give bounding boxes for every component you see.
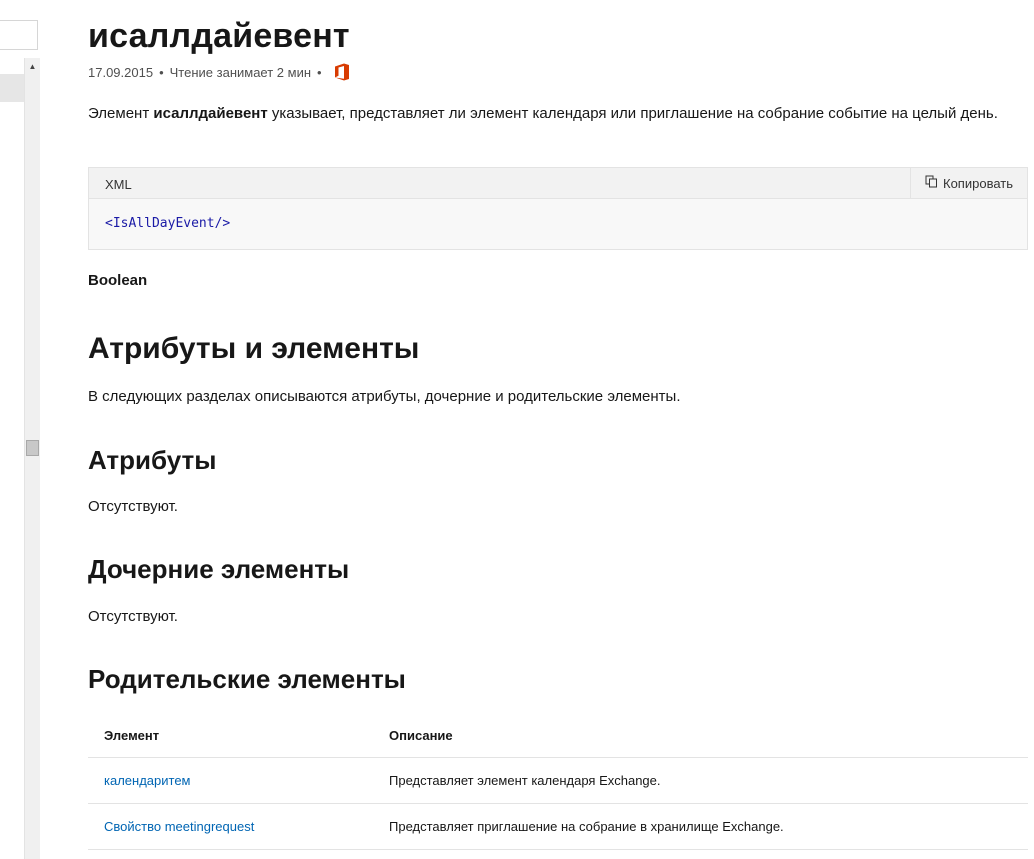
table-cell-element: Свойство meetingrequest bbox=[88, 803, 373, 850]
table-row: календаритем Представляет элемент календ… bbox=[88, 757, 1028, 804]
scroll-up-arrow-icon[interactable]: ▲ bbox=[25, 60, 40, 74]
toc-selected-item[interactable] bbox=[0, 74, 24, 102]
table-cell-description: Представляет приглашение на собрание в х… bbox=[373, 803, 1028, 850]
value-type: Boolean bbox=[88, 272, 148, 289]
column-header-description: Описание bbox=[373, 713, 1028, 758]
heading-attributes: Атрибуты bbox=[88, 445, 217, 475]
copy-icon bbox=[925, 175, 938, 191]
element-link[interactable]: Свойство meetingrequest bbox=[104, 819, 254, 834]
lead-prefix: Элемент bbox=[88, 105, 154, 122]
heading-parent-elements: Родительские элементы bbox=[88, 664, 406, 694]
element-link[interactable]: календаритем bbox=[104, 773, 190, 788]
office-icon bbox=[332, 62, 352, 82]
lead-element-name: исаллдайевент bbox=[153, 105, 268, 122]
code-snippet: <IsAllDayEvent/> bbox=[105, 216, 231, 231]
toc-scrollbar[interactable]: ▲ bbox=[24, 58, 40, 859]
copy-label: Копировать bbox=[943, 175, 1013, 191]
article-meta: 17.09.2015 • Чтение занимает 2 мин • bbox=[88, 62, 352, 82]
scroll-thumb[interactable] bbox=[26, 440, 39, 456]
copy-button[interactable]: Копировать bbox=[910, 168, 1027, 198]
toc-filter-input[interactable] bbox=[0, 20, 38, 50]
table-cell-description: Представляет элемент календаря Exchange. bbox=[373, 757, 1028, 804]
page-title: исаллдайевент bbox=[88, 17, 350, 55]
parent-elements-table: Элемент Описание календаритем Представля… bbox=[88, 713, 1028, 850]
meta-separator: • bbox=[159, 64, 164, 80]
meta-separator: • bbox=[317, 64, 322, 80]
column-header-element: Элемент bbox=[88, 713, 373, 758]
publish-date: 17.09.2015 bbox=[88, 64, 154, 80]
heading-attrs-and-elements: Атрибуты и элементы bbox=[88, 332, 420, 365]
code-language: XML bbox=[105, 177, 132, 192]
attributes-text: Отсутствуют. bbox=[88, 498, 178, 515]
attrs-and-elements-text: В следующих разделах описываются атрибут… bbox=[88, 388, 681, 405]
code-block: XML Копировать <IsAllDayEvent/> bbox=[88, 167, 1028, 250]
child-elements-text: Отсутствуют. bbox=[88, 608, 178, 625]
table-cell-element: календаритем bbox=[88, 757, 373, 804]
table-header-row: Элемент Описание bbox=[88, 713, 1028, 758]
read-time: Чтение занимает 2 мин bbox=[169, 64, 312, 80]
table-row: Свойство meetingrequest Представляет при… bbox=[88, 803, 1028, 850]
lead-rest: указывает, представляет ли элемент кален… bbox=[267, 105, 998, 122]
heading-child-elements: Дочерние элементы bbox=[88, 554, 350, 584]
toc-sidebar: ▲ bbox=[0, 0, 40, 859]
code-header: XML Копировать bbox=[89, 168, 1027, 199]
lead-paragraph: Элемент исаллдайевент указывает, предста… bbox=[88, 101, 1008, 127]
